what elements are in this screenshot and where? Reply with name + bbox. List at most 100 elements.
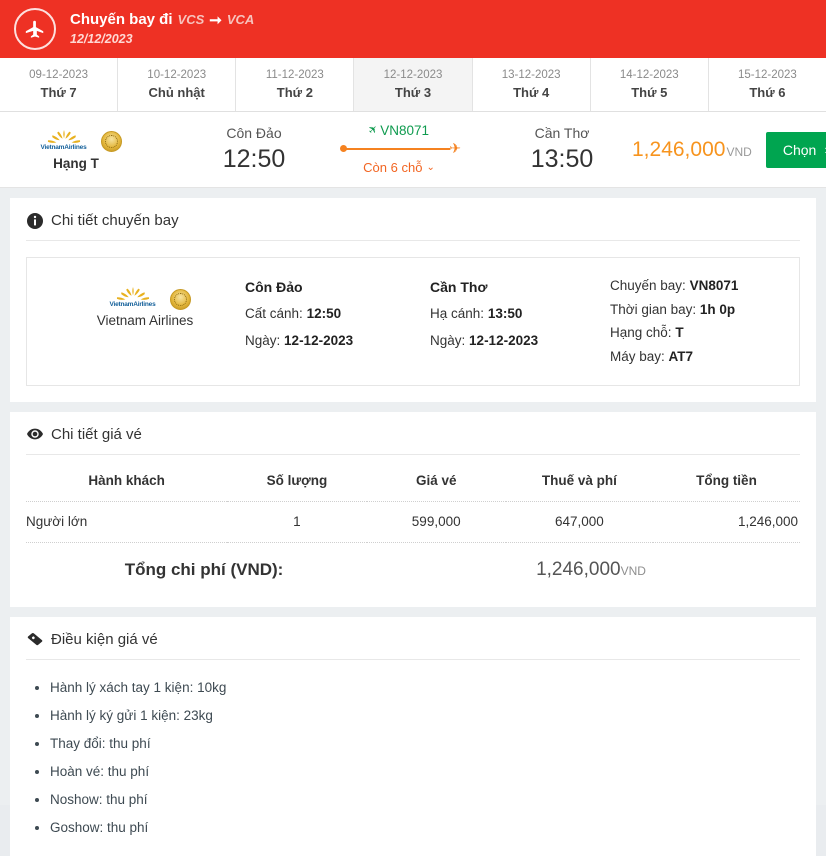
price-detail-table: Hành khách Số lượng Giá vé Thuế và phí T… [26, 458, 800, 543]
lotus-logo-icon: VietnamAirlines [31, 129, 97, 155]
detail-flight-row: Chuyến bay: VN8071 [610, 274, 781, 298]
seats-left-dropdown[interactable]: Còn 6 chỗ ⌄ [363, 159, 435, 177]
date-tab-date: 12-12-2023 [383, 68, 443, 81]
table-row: Người lớn 1 599,000 647,000 1,246,000 [26, 501, 800, 543]
detail-flight-value: VN8071 [689, 278, 739, 293]
date-tab-14-12-2023[interactable]: 14-12-2023 Thứ 5 [590, 58, 709, 111]
route-plane-icon: ✈ [449, 140, 461, 157]
flight-detail-title: Chi tiết chuyến bay [51, 212, 179, 229]
chevron-down-icon: ⌄ [426, 162, 435, 174]
vietnam-airlines-wordmark: VietnamAirlines [109, 301, 156, 308]
summary-flight-number: ✈ VN8071 [366, 122, 429, 140]
page-title-label: Chuyến bay đi [70, 10, 173, 28]
header-text-block: Chuyến bay đi VCS ➞ VCA 12/12/2023 [70, 11, 254, 47]
list-item: Hoàn vé: thu phí [50, 758, 800, 786]
date-tab-date: 14-12-2023 [619, 68, 679, 81]
list-item: Hành lý ký gửi 1 kiện: 23kg [50, 702, 800, 730]
date-tab-15-12-2023[interactable]: 15-12-2023 Thứ 6 [708, 58, 826, 111]
detail-takeoff-value: 12:50 [306, 306, 342, 322]
choose-flight-button[interactable]: Chọn › [765, 131, 826, 168]
arrival-city: Cần Thơ [534, 125, 590, 142]
list-item: Noshow: thu phí [50, 786, 800, 814]
info-circle-icon [26, 212, 43, 229]
detail-landing-value: 13:50 [487, 306, 523, 322]
date-tab-09-12-2023[interactable]: 09-12-2023 Thứ 7 [0, 58, 119, 111]
detail-landing-label: Hạ cánh: [430, 306, 485, 322]
list-item: Goshow: thu phí [50, 814, 800, 842]
date-tab-10-12-2023[interactable]: 10-12-2023 Chủ nhật [118, 58, 237, 111]
skytrax-seal-icon [100, 131, 122, 152]
detail-info-column: Chuyến bay: VN8071 Thời gian bay: 1h 0p … [610, 274, 781, 369]
airplane-icon [14, 8, 56, 50]
fare-conditions-heading: Điều kiện giá vé [26, 631, 800, 660]
header-date: 12/12/2023 [70, 31, 133, 46]
grand-total-label: Tổng chi phí (VND): [124, 559, 284, 579]
cell-total: 1,246,000 [652, 501, 800, 543]
fare-conditions-list: Hành lý xách tay 1 kiện: 10kg Hành lý ký… [26, 674, 800, 842]
detail-class-row: Hạng chỗ: T [610, 321, 781, 345]
route-bar [344, 148, 450, 150]
vietnam-airlines-logo-icon: VietnamAirlines [100, 286, 191, 312]
grand-total-amount: 1,246,000 [536, 558, 621, 580]
detail-arrival-date-label: Ngày: [430, 332, 466, 348]
list-item: Hành lý xách tay 1 kiện: 10kg [50, 674, 800, 702]
date-tab-day: Thứ 7 [40, 84, 77, 100]
column-header-total: Tổng tiền [652, 458, 800, 502]
destination-code: VCA [226, 12, 255, 28]
flight-detail-heading: Chi tiết chuyến bay [26, 212, 800, 241]
date-tab-date: 15-12-2023 [738, 68, 797, 81]
detail-departure-column: Côn Đảo Cất cánh: 12:50 Ngày: 12-12-2023 [245, 274, 430, 354]
grand-total-value-block: 1,246,000VND [382, 559, 800, 581]
flight-detail-box: VietnamAirlines Vietnam Airlines Côn Đảo… [26, 257, 800, 386]
departure-city: Côn Đảo [226, 125, 282, 142]
date-tab-12-12-2023[interactable]: 12-12-2023 Thứ 3 [354, 58, 473, 111]
price-detail-title: Chi tiết giá vé [51, 425, 142, 443]
detail-arrival-column: Cần Thơ Hạ cánh: 13:50 Ngày: 12-12-2023 [430, 274, 610, 354]
skytrax-seal-icon [169, 288, 191, 310]
date-strip: 09-12-2023 Thứ 7 10-12-2023 Chủ nhật 11-… [0, 58, 826, 112]
summary-departure: Côn Đảo 12:50 [184, 123, 324, 175]
detail-departure-date-label: Ngày: [245, 332, 281, 348]
column-header-fare: Giá vé [366, 458, 506, 502]
grand-total-row: Tổng chi phí (VND): 1,246,000VND [26, 543, 800, 591]
column-header-quantity: Số lượng [227, 458, 367, 502]
date-tab-date: 11-12-2023 [265, 68, 324, 81]
summary-route-block: ✈ VN8071 ✈ Còn 6 chỗ ⌄ [324, 122, 474, 178]
cell-fare: 599,000 [366, 501, 506, 543]
date-tab-date: 09-12-2023 [29, 68, 88, 81]
detail-aircraft-value: AT7 [668, 348, 694, 364]
detail-departure-city: Côn Đảo [245, 279, 303, 295]
detail-flight-label: Chuyến bay: [610, 278, 686, 293]
fare-conditions-panel: Điều kiện giá vé Hành lý xách tay 1 kiện… [10, 616, 816, 856]
summary-arrival: Cần Thơ 13:50 [492, 123, 632, 175]
date-tab-day: Thứ 3 [394, 84, 432, 100]
summary-price-amount: 1,246,000 [632, 137, 726, 161]
date-tab-date: 13-12-2023 [501, 68, 561, 81]
cell-quantity: 1 [227, 501, 367, 543]
choose-button-label: Chọn [782, 141, 817, 158]
fare-class-label: Hạng T [53, 155, 99, 171]
summary-airline-block: VietnamAirlines Hạng T [0, 129, 152, 171]
flight-number-label: VN8071 [380, 122, 429, 138]
detail-class-label: Hạng chỗ: [610, 325, 672, 341]
date-tab-day: Thứ 4 [513, 84, 550, 100]
date-tab-11-12-2023[interactable]: 11-12-2023 Thứ 2 [236, 58, 355, 111]
date-tab-13-12-2023[interactable]: 13-12-2023 Thứ 4 [472, 58, 591, 111]
flight-summary-row[interactable]: VietnamAirlines Hạng T Côn Đảo 12:50 ✈ V… [0, 112, 826, 188]
cell-passenger: Người lớn [26, 501, 228, 543]
detail-landing-row: Hạ cánh: 13:50 [430, 301, 610, 327]
date-tab-day: Thứ 6 [749, 84, 786, 100]
detail-arrival-city: Cần Thơ [430, 279, 488, 295]
detail-duration-label: Thời gian bay: [610, 301, 697, 317]
detail-aircraft-row: Máy bay: AT7 [610, 345, 781, 369]
summary-price: 1,246,000VND [632, 138, 766, 162]
flight-detail-panel: Chi tiết chuyến bay VietnamAirlines Viet… [10, 198, 816, 402]
page-title: Chuyến bay đi VCS ➞ VCA [70, 11, 254, 30]
detail-arrival-date-row: Ngày: 12-12-2023 [430, 328, 610, 354]
price-detail-heading: Chi tiết giá vé [26, 426, 800, 455]
detail-airline-block: VietnamAirlines Vietnam Airlines [45, 274, 245, 328]
eye-icon [26, 426, 43, 443]
list-item: Thay đổi: thu phí [50, 730, 800, 758]
arrow-right-icon: ➞ [209, 11, 222, 29]
detail-takeoff-label: Cất cánh: [245, 306, 303, 322]
